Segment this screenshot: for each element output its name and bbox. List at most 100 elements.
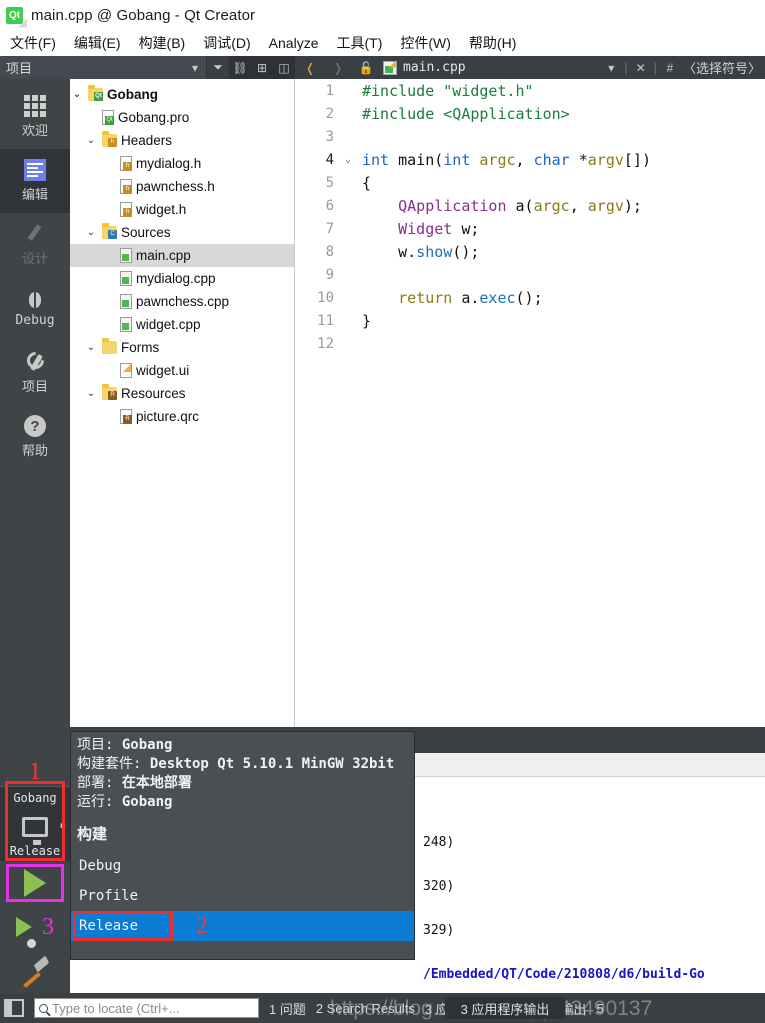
chevron-down-icon[interactable]: ▾ [600, 56, 622, 79]
tree-item-widget-cpp[interactable]: widget.cpp [70, 313, 294, 336]
menu-edit[interactable]: 编辑(E) [74, 33, 121, 53]
close-icon[interactable]: ✕ [630, 56, 652, 79]
chevron-down-icon[interactable]: ▾ [184, 56, 206, 79]
split-add-icon[interactable]: ⊞ [251, 56, 273, 79]
code-line[interactable]: 8 w.show(); [296, 240, 765, 263]
line-number: 5 [325, 174, 334, 191]
popup-kit-label: 构建套件: [77, 756, 150, 772]
tree-item-widget-ui[interactable]: widget.ui [70, 359, 294, 382]
annotation-box-release [73, 911, 173, 941]
menu-tools[interactable]: 工具(T) [336, 33, 382, 53]
popup-deploy-label: 部署: [77, 775, 122, 791]
tree-item-pawnchess-h[interactable]: h pawnchess.h [70, 175, 294, 198]
code-line[interactable]: 4 ⌄ int main(int argc, char *argv[]) [296, 148, 765, 171]
tree-item-main-cpp[interactable]: main.cpp [70, 244, 294, 267]
tree-item-widget-h[interactable]: h widget.h [70, 198, 294, 221]
mode-edit[interactable]: 编辑 [0, 149, 70, 213]
tree-item-headers[interactable]: ⌄ h Headers [70, 129, 294, 152]
popup-item-debug[interactable]: Debug [71, 851, 414, 881]
tree-item-resources[interactable]: ⌄ R Resources [70, 382, 294, 405]
line-number: 2 [325, 105, 334, 122]
code-line[interactable]: 1 #include "widget.h" [296, 79, 765, 102]
tree-item-label: Sources [121, 225, 171, 240]
menu-window[interactable]: 控件(W) [400, 33, 451, 53]
chevron-down-icon[interactable]: ⌄ [84, 227, 98, 238]
output-link-line[interactable]: /Embedded/QT/Code/210808/d6/build-Go [415, 967, 705, 989]
code-token: a. [461, 288, 480, 307]
kit-selector-button[interactable]: Gobang ▶ Release [0, 781, 70, 861]
code-line[interactable]: 5{ [296, 171, 765, 194]
search-icon [39, 1003, 48, 1013]
forward-arrow-icon[interactable]: ❭ [327, 56, 349, 79]
code-token: int [443, 150, 480, 169]
status-item-search[interactable]: 2 Search Results [316, 1001, 415, 1016]
back-arrow-icon[interactable]: ❬ [299, 56, 321, 79]
menu-analyze[interactable]: Analyze [269, 35, 319, 51]
mode-welcome[interactable]: 欢迎 [0, 85, 70, 149]
mode-design[interactable]: 设计 [0, 213, 70, 277]
header-file-icon: h [120, 179, 132, 194]
code-text: int main(int argc, char *argv[]) [356, 151, 651, 169]
tree-item-picture-qrc[interactable]: Rpicture.qrc [70, 405, 294, 428]
tree-item-gobang[interactable]: ⌄ Qt Gobang [70, 83, 294, 106]
code-line[interactable]: 9 [296, 263, 765, 286]
popup-item-release[interactable]: Release 2 [71, 911, 414, 941]
code-line[interactable]: 11} [296, 309, 765, 332]
fold-chevron-icon[interactable]: ⌄ [340, 154, 356, 165]
tree-item-label: picture.qrc [136, 409, 200, 424]
annotation-3: 3 [42, 913, 54, 940]
tree-item-sources[interactable]: ⌄ C Sources [70, 221, 294, 244]
popup-kit-value: Desktop Qt 5.10.1 MinGW 32bit [149, 756, 395, 772]
project-selector-combo[interactable]: 项目 ▾ [0, 56, 207, 79]
chevron-down-icon[interactable]: ⌄ [84, 388, 98, 399]
filter-icon[interactable]: ⏷ [207, 56, 229, 79]
sidebar-toggle-icon[interactable] [4, 999, 24, 1017]
desktop-monitor-icon [22, 817, 48, 845]
menu-help[interactable]: 帮助(H) [469, 33, 516, 53]
project-tree[interactable]: ⌄ Qt Gobang Qt Gobang.pro ⌄ h Headers h mydialog.… [70, 79, 295, 727]
chevron-down-icon[interactable]: ⌄ [84, 342, 98, 353]
line-number: 12 [317, 335, 334, 352]
code-token: , [569, 196, 588, 215]
toolbar-row: 项目 ▾ ⏷ ⛓ ⊞ ◫ ❬ ❭ 🔓 main.cpp ▾ | ✕ | # 〈选… [0, 56, 765, 79]
kit-selector-popup[interactable]: 项目: Gobang 构建套件: Desktop Qt 5.10.1 MinGW… [70, 731, 415, 960]
code-line[interactable]: 2 #include <QApplication> [296, 102, 765, 125]
menu-debug[interactable]: 调试(D) [203, 33, 250, 53]
editor-tab-filename[interactable]: main.cpp [403, 60, 466, 75]
tree-item-pawnchess-cpp[interactable]: pawnchess.cpp [70, 290, 294, 313]
tree-item-mydialog-h[interactable]: h mydialog.h [70, 152, 294, 175]
tree-item-gobang-pro[interactable]: Qt Gobang.pro [70, 106, 294, 129]
code-line[interactable]: 10 return a.exec(); [296, 286, 765, 309]
code-editor[interactable]: 1 #include "widget.h" 2 #include <QApplicat… [296, 79, 765, 727]
mode-help[interactable]: ? 帮助 [0, 405, 70, 469]
menu-file[interactable]: 文件(F) [10, 33, 56, 53]
search-input[interactable]: Type to locate (Ctrl+... [34, 998, 259, 1018]
menu-build[interactable]: 构建(B) [139, 33, 186, 53]
symbol-selector[interactable]: 〈选择符号〉 [683, 58, 761, 77]
annotation-box-run [6, 864, 64, 902]
build-button[interactable] [0, 949, 70, 993]
mode-projects[interactable]: 项目 [0, 341, 70, 405]
status-item-issues[interactable]: 1 问题 [269, 999, 306, 1018]
code-token: show [416, 242, 453, 261]
unlock-icon[interactable]: 🔓 [355, 56, 377, 79]
run-button[interactable] [0, 861, 70, 905]
line-number: 6 [325, 197, 334, 214]
tree-item-label: Headers [121, 133, 173, 148]
chevron-down-icon[interactable]: ⌄ [84, 135, 98, 146]
chevron-down-icon[interactable]: ⌄ [70, 89, 84, 100]
code-line[interactable]: 6 QApplication a(argc, argv); [296, 194, 765, 217]
mode-debug[interactable]: Debug [0, 277, 70, 341]
sidebar-toggle-icon[interactable]: ◫ [273, 56, 295, 79]
debug-button[interactable]: 3 [0, 905, 70, 949]
status-item-5[interactable]: 5 [597, 1001, 604, 1016]
link-icon[interactable]: ⛓ [229, 56, 251, 79]
popup-item-profile[interactable]: Profile [71, 881, 414, 911]
code-line[interactable]: 7 Widget w; [296, 217, 765, 240]
tree-item-forms[interactable]: ⌄ Forms [70, 336, 294, 359]
tree-item-mydialog-cpp[interactable]: mydialog.cpp [70, 267, 294, 290]
code-line[interactable]: 12 [296, 332, 765, 355]
code-line[interactable]: 3 [296, 125, 765, 148]
hammer-build-icon [20, 958, 50, 984]
code-token: argc [533, 196, 570, 215]
